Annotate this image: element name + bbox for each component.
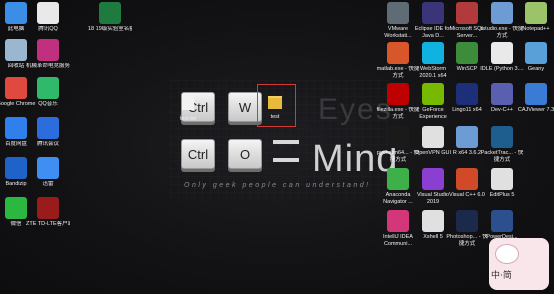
desktop-icon[interactable]: CAJViewer 7.3 <box>514 83 554 121</box>
sql-server-icon <box>456 2 478 24</box>
desktop-icon[interactable]: 腾讯QQ <box>26 2 70 33</box>
xunlei-icon <box>37 157 59 179</box>
ime-label: 中·简 <box>491 271 512 281</box>
wallpaper-key-o: O <box>228 139 262 169</box>
idle-icon <box>491 42 513 64</box>
baidu-netdisk-icon <box>5 117 27 139</box>
qq-icon <box>37 2 59 24</box>
matlab-icon <box>387 42 409 64</box>
eclipse-icon <box>422 2 444 24</box>
cat-face-icon <box>495 244 519 264</box>
geforce-icon <box>422 83 444 105</box>
desktop-icon[interactable]: 腾讯会议 <box>26 117 70 148</box>
wallpaper-tagline: Only geek people can understand! <box>184 182 371 189</box>
desktop-icon-label: 迅雷 <box>42 181 54 187</box>
desktop-icon-label: Geany <box>527 66 545 72</box>
lingo-icon <box>456 83 478 105</box>
geany-icon <box>525 42 547 64</box>
folder-icon <box>268 96 282 109</box>
desktop-icon-label: CAJViewer 7.3 <box>517 107 554 113</box>
chrome-icon <box>5 77 27 99</box>
desktop-icon[interactable]: Notepad++ <box>514 2 554 40</box>
desktop-icon-label: 18 19级实验室名额表.xlsx <box>88 26 132 32</box>
recycle-bin-icon <box>5 39 27 61</box>
winscp-icon <box>456 42 478 64</box>
r-icon <box>456 126 478 148</box>
desktop-icon-label: PacketTrac... - 快捷方式 <box>480 150 524 163</box>
desktop-icon[interactable]: 18 19级实验室名额表.xlsx <box>88 2 132 33</box>
photoshop-icon <box>456 210 478 232</box>
desktop-icon-label: QQ音乐 <box>38 101 58 107</box>
visual-studio-icon <box>422 168 444 190</box>
powerdesigner-icon <box>491 210 513 232</box>
desktop-icon-label: EditPlus 5 <box>489 192 515 198</box>
desktop-icon-label: ZTE TD-LTE客户端 <box>26 221 70 227</box>
desktop-icon-label: 机械革命电竞服务中心 <box>26 63 70 69</box>
desktop-icon[interactable]: 迅雷 <box>26 157 70 188</box>
wechat-icon <box>5 197 27 219</box>
desktop-icon-label: 腾讯会议 <box>36 141 59 147</box>
desktop-icon[interactable]: ZTE TD-LTE客户端 <box>26 197 70 228</box>
rstudio-icon <box>491 2 513 24</box>
desktop-icon[interactable]: PacketTrac... - 快捷方式 <box>480 126 524 164</box>
cajviewer-icon <box>525 83 547 105</box>
notepadpp-icon <box>525 2 547 24</box>
ime-widget[interactable]: 中·简 <box>489 238 549 290</box>
text-file-icon <box>182 94 194 110</box>
packet-tracer-icon <box>491 126 513 148</box>
anaconda-icon <box>387 168 409 190</box>
visual-cpp-icon <box>456 168 478 190</box>
pycharm-icon <box>387 126 409 148</box>
vmware-icon <box>387 2 409 24</box>
desktop-icon[interactable]: Geany <box>514 42 554 80</box>
wallpaper-equals <box>273 140 299 162</box>
mechrevo-icon <box>37 39 59 61</box>
desktop-icon[interactable]: 机械革命电竞服务中心 <box>26 39 70 70</box>
desktop-icon-label: Notepad++ <box>522 26 550 32</box>
zte-icon <box>37 197 59 219</box>
devcpp-icon <box>491 83 513 105</box>
openvpn-icon <box>422 126 444 148</box>
excel-icon <box>99 2 121 24</box>
desktop-folder-test[interactable]: test <box>253 90 297 121</box>
wallpaper-key-ctrl-2: Ctrl <box>181 139 215 169</box>
computer-icon <box>5 2 27 24</box>
tencent-meeting-icon <box>37 117 59 139</box>
intellij-icon <box>387 210 409 232</box>
editplus-icon <box>491 168 513 190</box>
webstorm-icon <box>422 42 444 64</box>
filezilla-icon <box>387 83 409 105</box>
bandizip-icon <box>5 157 27 179</box>
desktop-file-test-txt[interactable]: test.txt <box>166 92 210 123</box>
xshell-icon <box>422 210 444 232</box>
desktop-icon-label: 腾讯QQ <box>38 26 58 32</box>
desktop-icon[interactable]: EditPlus 5 <box>480 168 524 206</box>
desktop-icon[interactable]: QQ音乐 <box>26 77 70 108</box>
desktop-folder-label: test <box>270 114 280 120</box>
qq-music-icon <box>37 77 59 99</box>
desktop-file-label: test.txt <box>179 116 197 122</box>
